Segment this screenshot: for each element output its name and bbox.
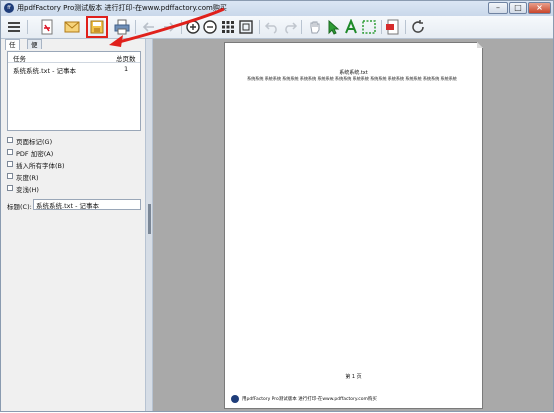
pages-column-header[interactable]: 总页数: [116, 53, 136, 63]
splitter-grip[interactable]: [148, 204, 151, 234]
title-input[interactable]: [33, 199, 141, 210]
task-pages: 1: [124, 65, 129, 73]
tab-notes[interactable]: 便笺: [27, 39, 42, 59]
page-number: 第 1 页: [345, 374, 362, 380]
task-list-header: 任务 总页数: [8, 52, 140, 63]
option-lighten[interactable]: 变浅(H): [7, 183, 141, 195]
option-pdf-encrypt[interactable]: PDF 加密(A): [7, 147, 141, 159]
zoom-out-icon[interactable]: [202, 19, 218, 35]
task-list[interactable]: 任务 总页数 系统系统.txt - 记事本 1: [7, 51, 141, 131]
grayscale-checkbox[interactable]: [7, 173, 13, 179]
maximize-button[interactable]: □: [509, 2, 527, 14]
toolbar: [1, 16, 553, 39]
document-text-line: 系统系统 系统系统 系统系统 系统系统 系统系统 系统系统 系统系统 系统系统 …: [247, 76, 457, 81]
forward-arrow-icon[interactable]: [161, 19, 177, 35]
pdffactory-logo-icon: [231, 395, 239, 403]
option-embed-fonts[interactable]: 插入所有字体(B): [7, 159, 141, 171]
save-icon[interactable]: [86, 16, 108, 38]
refresh-icon[interactable]: [410, 19, 426, 35]
panel-splitter[interactable]: [145, 39, 153, 411]
fit-page-icon[interactable]: [238, 19, 254, 35]
pdffactory-app-icon: ff: [4, 3, 14, 13]
redo-icon[interactable]: [282, 19, 298, 35]
document-page: 系统系统.txt 系统系统 系统系统 系统系统 系统系统 系统系统 系统系统 系…: [224, 42, 483, 409]
option-page-marks[interactable]: 页面标记(G): [7, 135, 141, 147]
email-icon[interactable]: [64, 19, 80, 35]
bookmark-icon[interactable]: [385, 19, 401, 35]
embed-fonts-checkbox[interactable]: [7, 161, 13, 167]
window-title: 用pdfFactory Pro测试版本 进行打印-在www.pdffactory…: [17, 4, 227, 12]
page-footer: 用pdfFactory Pro测试版本 进行打印-在www.pdffactory…: [231, 395, 471, 404]
text-icon[interactable]: [343, 19, 359, 35]
tab-tasks[interactable]: 任务: [5, 39, 20, 59]
left-panel: 任务 便笺 任务 总页数 系统系统.txt - 记事本 1 页面标记(G) PD…: [1, 39, 145, 411]
close-button[interactable]: ×: [528, 2, 551, 14]
task-column-header[interactable]: 任务: [13, 53, 26, 63]
page-marks-checkbox[interactable]: [7, 137, 13, 143]
pdf-file-icon[interactable]: [39, 19, 55, 35]
minimize-button[interactable]: –: [488, 2, 508, 14]
table-row[interactable]: 系统系统.txt - 记事本 1: [8, 64, 140, 75]
document-title: 系统系统.txt: [339, 70, 368, 76]
title-field-label: 标题(C):: [7, 203, 32, 211]
back-arrow-icon[interactable]: [141, 19, 157, 35]
select-arrow-icon[interactable]: [325, 19, 341, 35]
print-icon[interactable]: [114, 19, 130, 35]
undo-icon[interactable]: [264, 19, 280, 35]
menu-icon[interactable]: [6, 19, 22, 35]
lighten-checkbox[interactable]: [7, 185, 13, 191]
footer-text: 用pdfFactory Pro测试版本 进行打印-在www.pdffactory…: [242, 397, 377, 402]
app-window: ff 用pdfFactory Pro测试版本 进行打印-在www.pdffact…: [0, 0, 554, 412]
page-corner: [477, 42, 483, 48]
pdf-encrypt-checkbox[interactable]: [7, 149, 13, 155]
zoom-in-icon[interactable]: [185, 19, 201, 35]
option-grayscale[interactable]: 灰度(R): [7, 171, 141, 183]
marquee-icon[interactable]: [361, 19, 377, 35]
title-bar[interactable]: ff 用pdfFactory Pro测试版本 进行打印-在www.pdffact…: [1, 1, 553, 16]
options-list: 页面标记(G) PDF 加密(A) 插入所有字体(B) 灰度(R) 变浅(H): [7, 135, 141, 195]
preview-area[interactable]: 系统系统.txt 系统系统 系统系统 系统系统 系统系统 系统系统 系统系统 系…: [153, 39, 553, 411]
hand-icon[interactable]: [307, 19, 323, 35]
thumbnails-icon[interactable]: [220, 19, 236, 35]
task-name: 系统系统.txt - 记事本: [13, 67, 76, 75]
